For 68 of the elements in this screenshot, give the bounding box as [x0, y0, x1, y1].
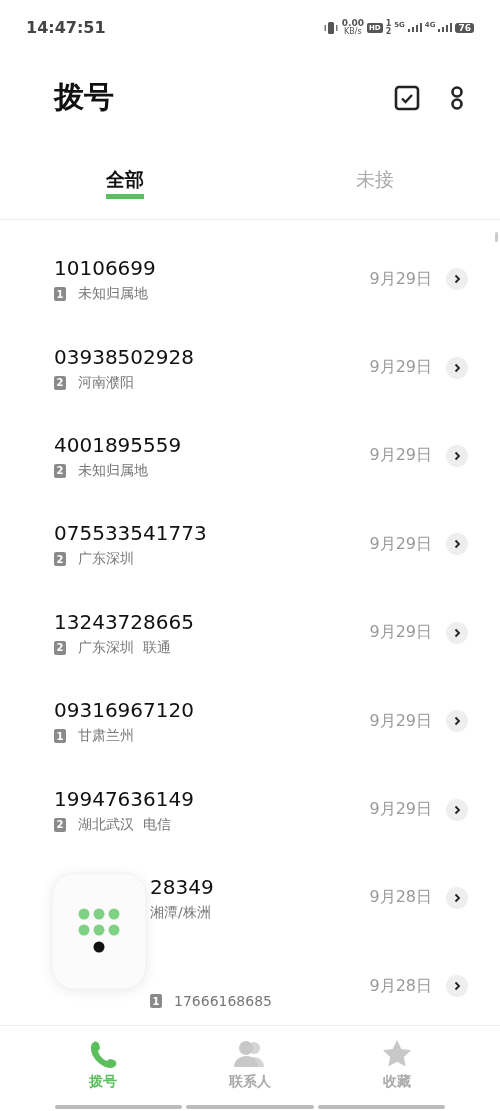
chevron-icon[interactable]	[446, 621, 468, 644]
phone-number: 13243728665	[54, 608, 195, 635]
chevron-icon[interactable]	[446, 533, 468, 556]
chevron-icon[interactable]	[446, 975, 468, 998]
select-icon[interactable]	[394, 84, 420, 111]
speed-value: 0.00	[341, 19, 364, 28]
chevron-icon[interactable]	[446, 356, 468, 379]
call-date: 9月29日	[369, 357, 432, 379]
call-location: 未知归属地	[78, 285, 148, 304]
call-row[interactable]: 03938502928 2 河南濮阳 9月29日	[0, 323, 500, 412]
call-date: 9月29日	[369, 622, 432, 644]
call-location: 甘肃兰州	[78, 727, 134, 746]
star-icon	[381, 1038, 412, 1069]
call-row[interactable]: 13243728665 2 广东深圳 联通 9月29日	[0, 588, 500, 677]
chevron-icon[interactable]	[446, 268, 468, 291]
sim-number: 2	[385, 27, 392, 36]
call-date: 9月28日	[369, 975, 432, 997]
sim-icon: 2	[54, 640, 66, 655]
battery-indicator: 76	[455, 22, 474, 33]
page-title: 拨号	[54, 78, 115, 116]
call-location: 广东深圳 联通	[78, 638, 171, 657]
sim-icon: 1	[150, 994, 162, 1009]
signal-icon	[438, 23, 453, 32]
call-date: 9月29日	[369, 445, 432, 467]
phone-number: 19947636149	[54, 785, 195, 812]
sim-icon: 2	[54, 552, 66, 567]
call-row[interactable]: 075533541773 2 广东深圳 9月29日	[0, 500, 500, 589]
sim-icon: 1	[54, 287, 66, 302]
call-row[interactable]: 10106699 1 未知归属地 9月29日	[0, 235, 500, 324]
call-location: 河南濮阳	[78, 373, 134, 392]
chevron-icon[interactable]	[446, 444, 468, 467]
call-location: 未知归属地	[78, 461, 148, 480]
tab[interactable]: 全部	[0, 140, 250, 219]
sim-icon: 2	[54, 463, 66, 478]
phone-number: 28349	[150, 873, 215, 900]
sim-icon: 2	[54, 375, 66, 390]
call-date: 9月28日	[369, 887, 432, 909]
phone-number: 10106699	[54, 255, 157, 282]
chevron-icon[interactable]	[446, 886, 468, 909]
call-date: 9月29日	[369, 268, 432, 290]
call-date: 9月29日	[369, 799, 432, 821]
call-location: 湘潭/株洲	[150, 903, 211, 922]
contacts-icon	[234, 1038, 266, 1069]
vibrate-icon	[322, 21, 339, 34]
phone-number: 03938502928	[54, 343, 195, 370]
sim-icon: 1	[54, 729, 66, 744]
call-row[interactable]: 28349 湘潭/株洲 9月28日	[0, 853, 500, 943]
phone-number: 075533541773	[54, 520, 208, 547]
speed-unit: KB/s	[344, 28, 362, 36]
call-date: 9月29日	[369, 533, 432, 555]
phone-number: 4001895559	[54, 431, 183, 458]
chevron-icon[interactable]	[446, 710, 468, 733]
call-location: 广东深圳	[78, 550, 134, 569]
call-row[interactable]: 19947636149 2 湖北武汉 电信 9月29日	[0, 765, 500, 854]
scrollbar	[495, 232, 498, 242]
phone-number: 09316967120	[54, 697, 195, 724]
call-date: 9月29日	[369, 710, 432, 732]
call-location: 17666168685	[174, 993, 272, 1010]
status-time: 14:47:51	[26, 18, 106, 37]
sim-icon: 2	[54, 817, 66, 832]
call-row[interactable]: 09316967120 1 甘肃兰州 9月29日	[0, 676, 500, 766]
call-location: 湖北武汉 电信	[78, 815, 171, 834]
call-row[interactable]: 1 17666168685 9月28日	[0, 942, 500, 1025]
call-row[interactable]: 4001895559 2 未知归属地 9月29日	[0, 411, 500, 501]
sim-number: 1	[385, 19, 392, 28]
signal-icon	[407, 23, 422, 32]
chevron-icon[interactable]	[446, 798, 468, 821]
more-icon[interactable]	[450, 84, 464, 111]
